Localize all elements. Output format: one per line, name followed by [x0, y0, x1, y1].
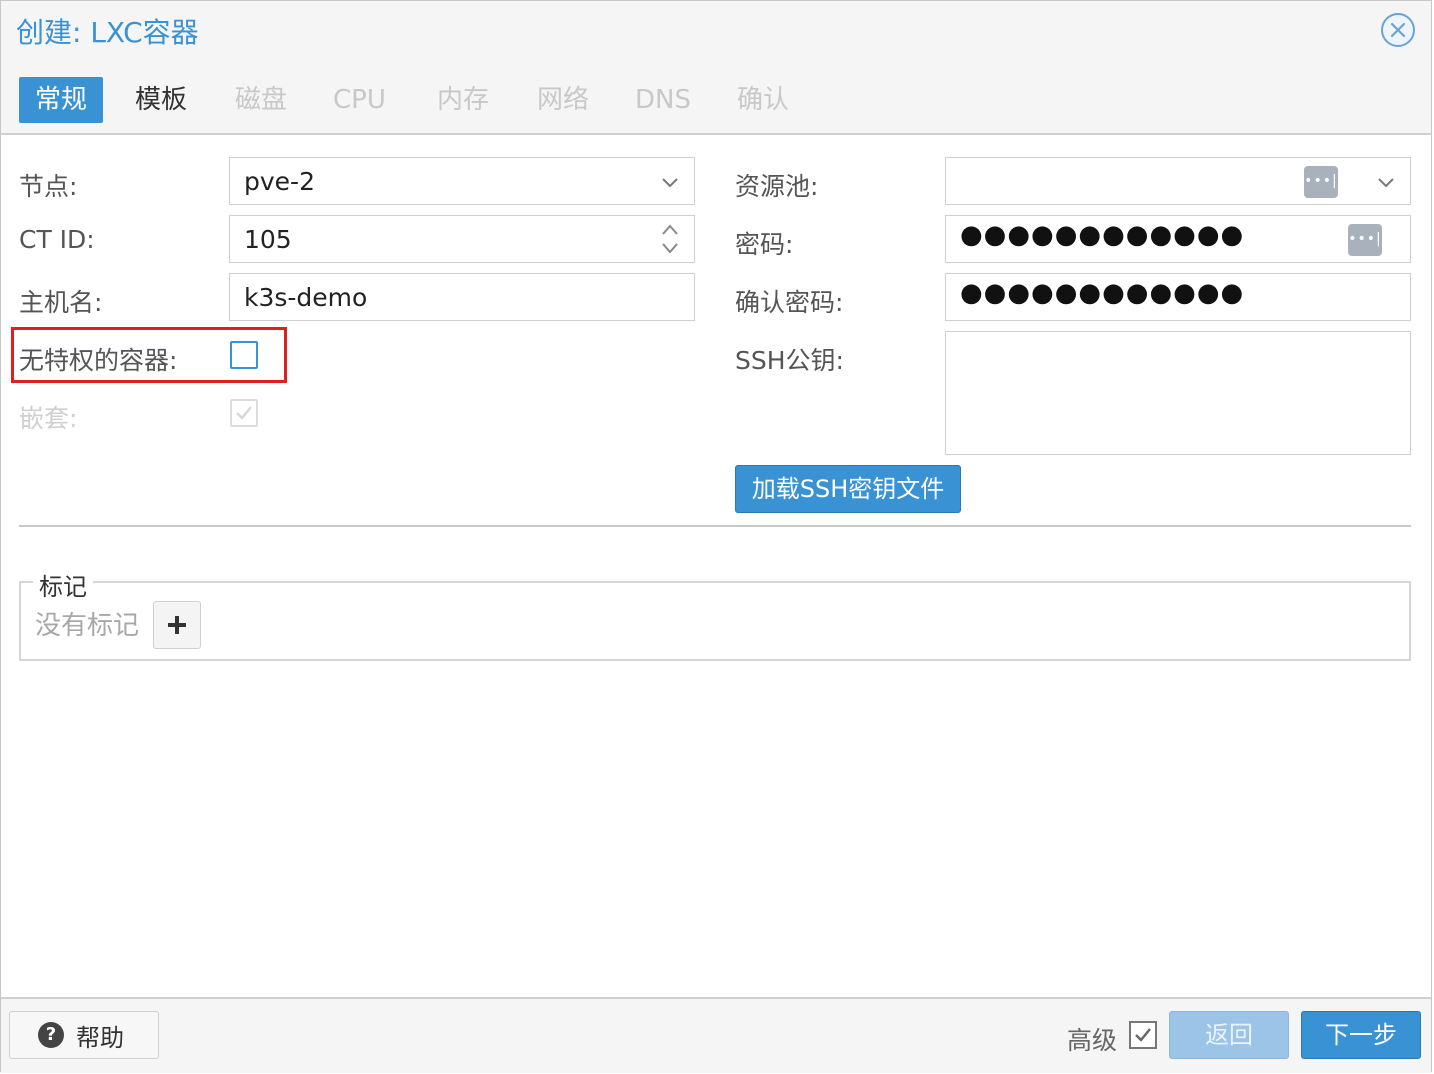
dialog-header: 创建: LXC容器 — [1, 1, 1431, 57]
close-button[interactable] — [1381, 13, 1415, 47]
confirm-password-value: ●●●●●●●●●●●● — [960, 278, 1245, 308]
tab-confirm[interactable]: 确认 — [721, 77, 805, 123]
create-lxc-dialog: 创建: LXC容器 常规 模板 磁盘 CPU 内存 网络 DNS 确认 节点: … — [0, 0, 1432, 1073]
next-button[interactable]: 下一步 — [1301, 1011, 1421, 1059]
nesting-label: 嵌套: — [19, 404, 78, 433]
advanced-label: 高级 — [1067, 1026, 1118, 1055]
node-value: pve-2 — [244, 167, 315, 196]
hostname-label: 主机名: — [19, 288, 103, 317]
node-label: 节点: — [19, 172, 78, 201]
confirm-password-input[interactable]: ●●●●●●●●●●●● — [945, 273, 1411, 321]
tab-template[interactable]: 模板 — [119, 77, 203, 123]
wizard-tabs: 常规 模板 磁盘 CPU 内存 网络 DNS 确认 — [1, 57, 1431, 135]
no-tags-text: 没有标记 — [35, 611, 140, 641]
spinner-arrows-icon[interactable] — [660, 220, 680, 258]
hostname-input[interactable]: k3s-demo — [229, 273, 695, 321]
load-ssh-key-button[interactable]: 加载SSH密钥文件 — [735, 465, 961, 513]
ssh-key-textarea[interactable] — [945, 331, 1411, 455]
password-value: ●●●●●●●●●●●● — [960, 220, 1245, 250]
nesting-checkbox[interactable] — [230, 399, 258, 427]
add-tag-button[interactable] — [153, 601, 201, 649]
checkmark-icon — [1135, 1028, 1151, 1042]
chevron-down-icon — [662, 178, 678, 188]
hostname-value: k3s-demo — [244, 283, 368, 312]
password-label: 密码: — [735, 230, 794, 259]
node-select[interactable]: pve-2 — [229, 157, 695, 205]
tags-legend: 标记 — [33, 567, 93, 602]
dialog-title: 创建: LXC容器 — [16, 16, 199, 49]
question-icon: ? — [38, 1022, 64, 1048]
help-button[interactable]: ? 帮助 — [9, 1011, 159, 1059]
more-options-icon[interactable]: •••| — [1304, 166, 1338, 198]
divider — [19, 525, 1411, 527]
pool-select[interactable]: •••| — [945, 157, 1411, 205]
tab-memory[interactable]: 内存 — [421, 77, 505, 123]
ctid-value: 105 — [244, 225, 292, 254]
close-icon — [1390, 22, 1406, 38]
tags-fieldset: 标记 没有标记 — [19, 567, 1411, 661]
confirm-password-label: 确认密码: — [735, 288, 844, 317]
help-label: 帮助 — [76, 1023, 124, 1052]
checkmark-icon — [236, 406, 252, 420]
advanced-checkbox[interactable] — [1129, 1021, 1157, 1049]
tab-disk[interactable]: 磁盘 — [219, 77, 303, 123]
tab-cpu[interactable]: CPU — [317, 77, 402, 123]
highlight-box — [11, 327, 287, 383]
password-input[interactable]: ●●●●●●●●●●●● •••| — [945, 215, 1411, 263]
password-manager-icon[interactable]: •••| — [1348, 224, 1382, 256]
dialog-footer: ? 帮助 高级 返回 下一步 — [1, 997, 1431, 1073]
plus-icon — [168, 616, 186, 634]
chevron-down-icon — [1378, 178, 1394, 188]
tab-network[interactable]: 网络 — [521, 77, 605, 123]
ssh-key-label: SSH公钥: — [735, 346, 844, 375]
tab-dns[interactable]: DNS — [619, 77, 707, 123]
tab-general[interactable]: 常规 — [19, 77, 104, 123]
ctid-label: CT ID: — [19, 225, 95, 254]
back-button[interactable]: 返回 — [1169, 1011, 1289, 1059]
ctid-spinner[interactable]: 105 — [229, 215, 695, 263]
pool-label: 资源池: — [735, 172, 819, 201]
